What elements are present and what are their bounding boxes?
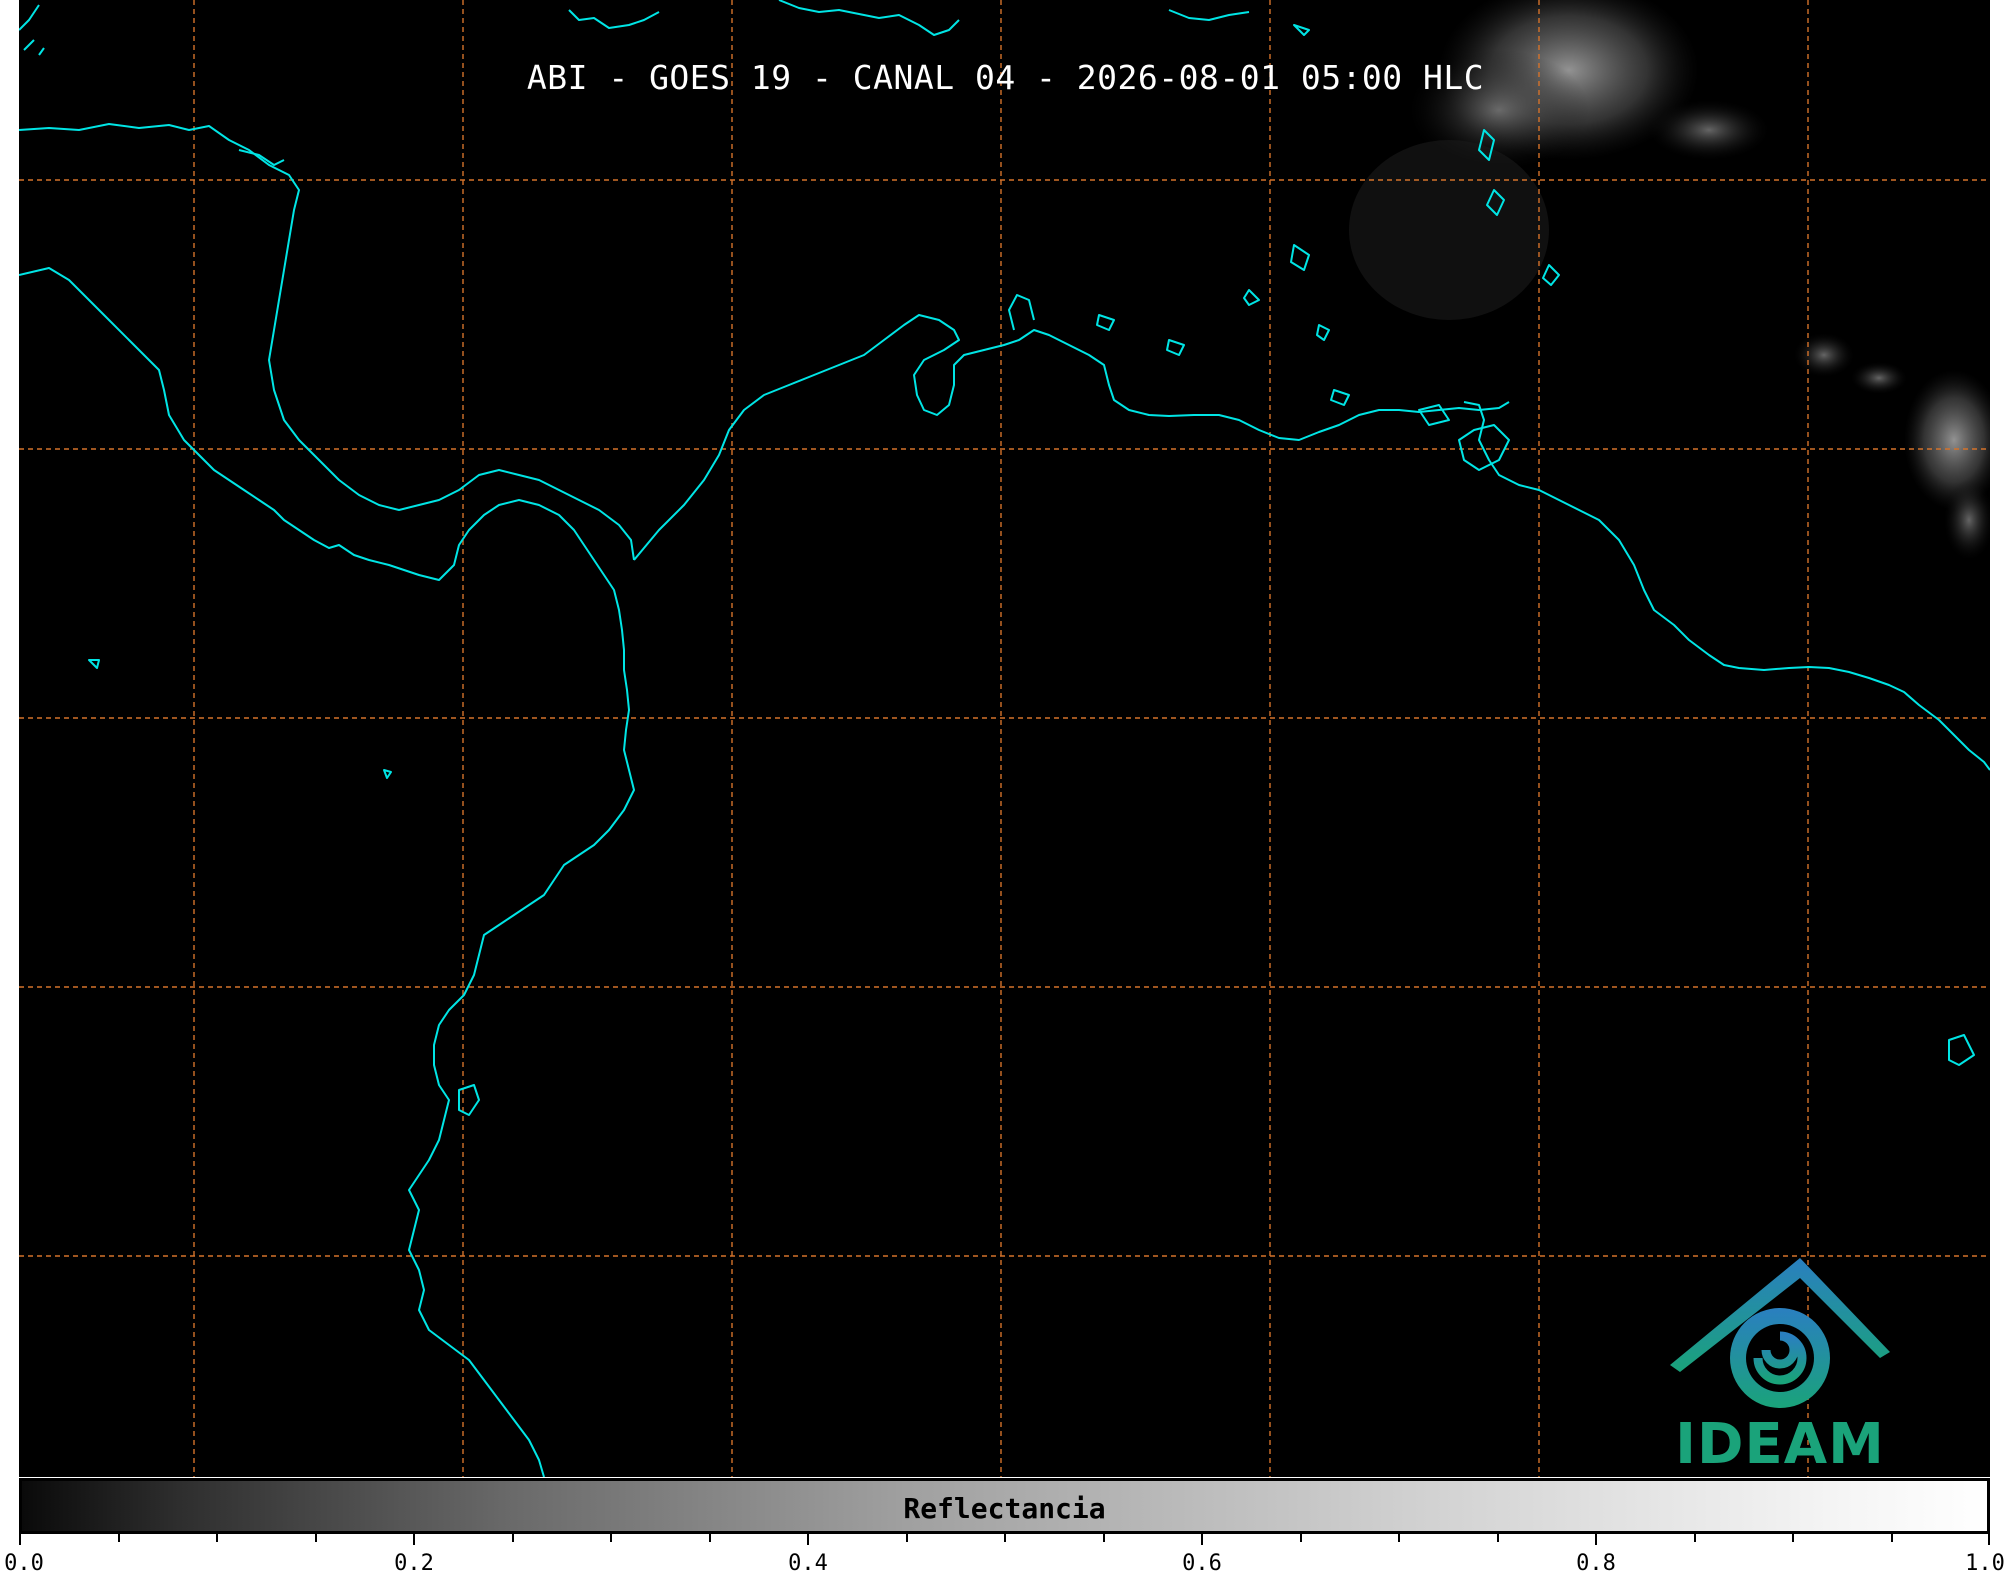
colorbar-label: Reflectancia <box>903 1492 1106 1525</box>
colorbar-tick-label: 0.0 <box>4 1551 44 1576</box>
colorbar-tick <box>906 1533 908 1542</box>
cloud-band-right <box>1794 333 1990 560</box>
colorbar: Reflectancia <box>19 1478 1990 1534</box>
colorbar-tick <box>118 1533 120 1542</box>
colorbar-tick-label: 1.0 <box>1965 1551 2005 1576</box>
colorbar-tick <box>216 1533 218 1542</box>
colorbar-tick <box>512 1533 514 1542</box>
colorbar-tick <box>1988 1533 1990 1545</box>
logo-text: IDEAM <box>1675 1412 1885 1477</box>
colorbar-tick <box>1103 1533 1105 1542</box>
colorbar-tick <box>413 1533 415 1545</box>
colorbar-tick <box>1792 1533 1794 1542</box>
colorbar-tick <box>1398 1533 1400 1542</box>
image-title: ABI - GOES 19 - CANAL 04 - 2026-08-01 05… <box>526 58 1485 97</box>
colorbar-tick <box>1595 1533 1597 1545</box>
cloud-cluster-upper <box>1349 0 1769 320</box>
colorbar-tick <box>1497 1533 1499 1542</box>
colorbar-tick <box>19 1533 21 1545</box>
colorbar-tick <box>315 1533 317 1542</box>
colorbar-tick <box>610 1533 612 1542</box>
colorbar-tick-label: 0.4 <box>788 1551 828 1576</box>
colorbar-tick <box>1004 1533 1006 1542</box>
colorbar-tick-label: 0.2 <box>394 1551 434 1576</box>
colorbar-tick-label: 0.6 <box>1182 1551 1222 1576</box>
colorbar-tick-label: 0.8 <box>1576 1551 1616 1576</box>
colorbar-tick <box>807 1533 809 1545</box>
colorbar-tick <box>1300 1533 1302 1542</box>
colorbar-tick <box>1891 1533 1893 1542</box>
colorbar-tick <box>709 1533 711 1542</box>
colorbar-tick <box>1201 1533 1203 1545</box>
colorbar-tick <box>1694 1533 1696 1542</box>
